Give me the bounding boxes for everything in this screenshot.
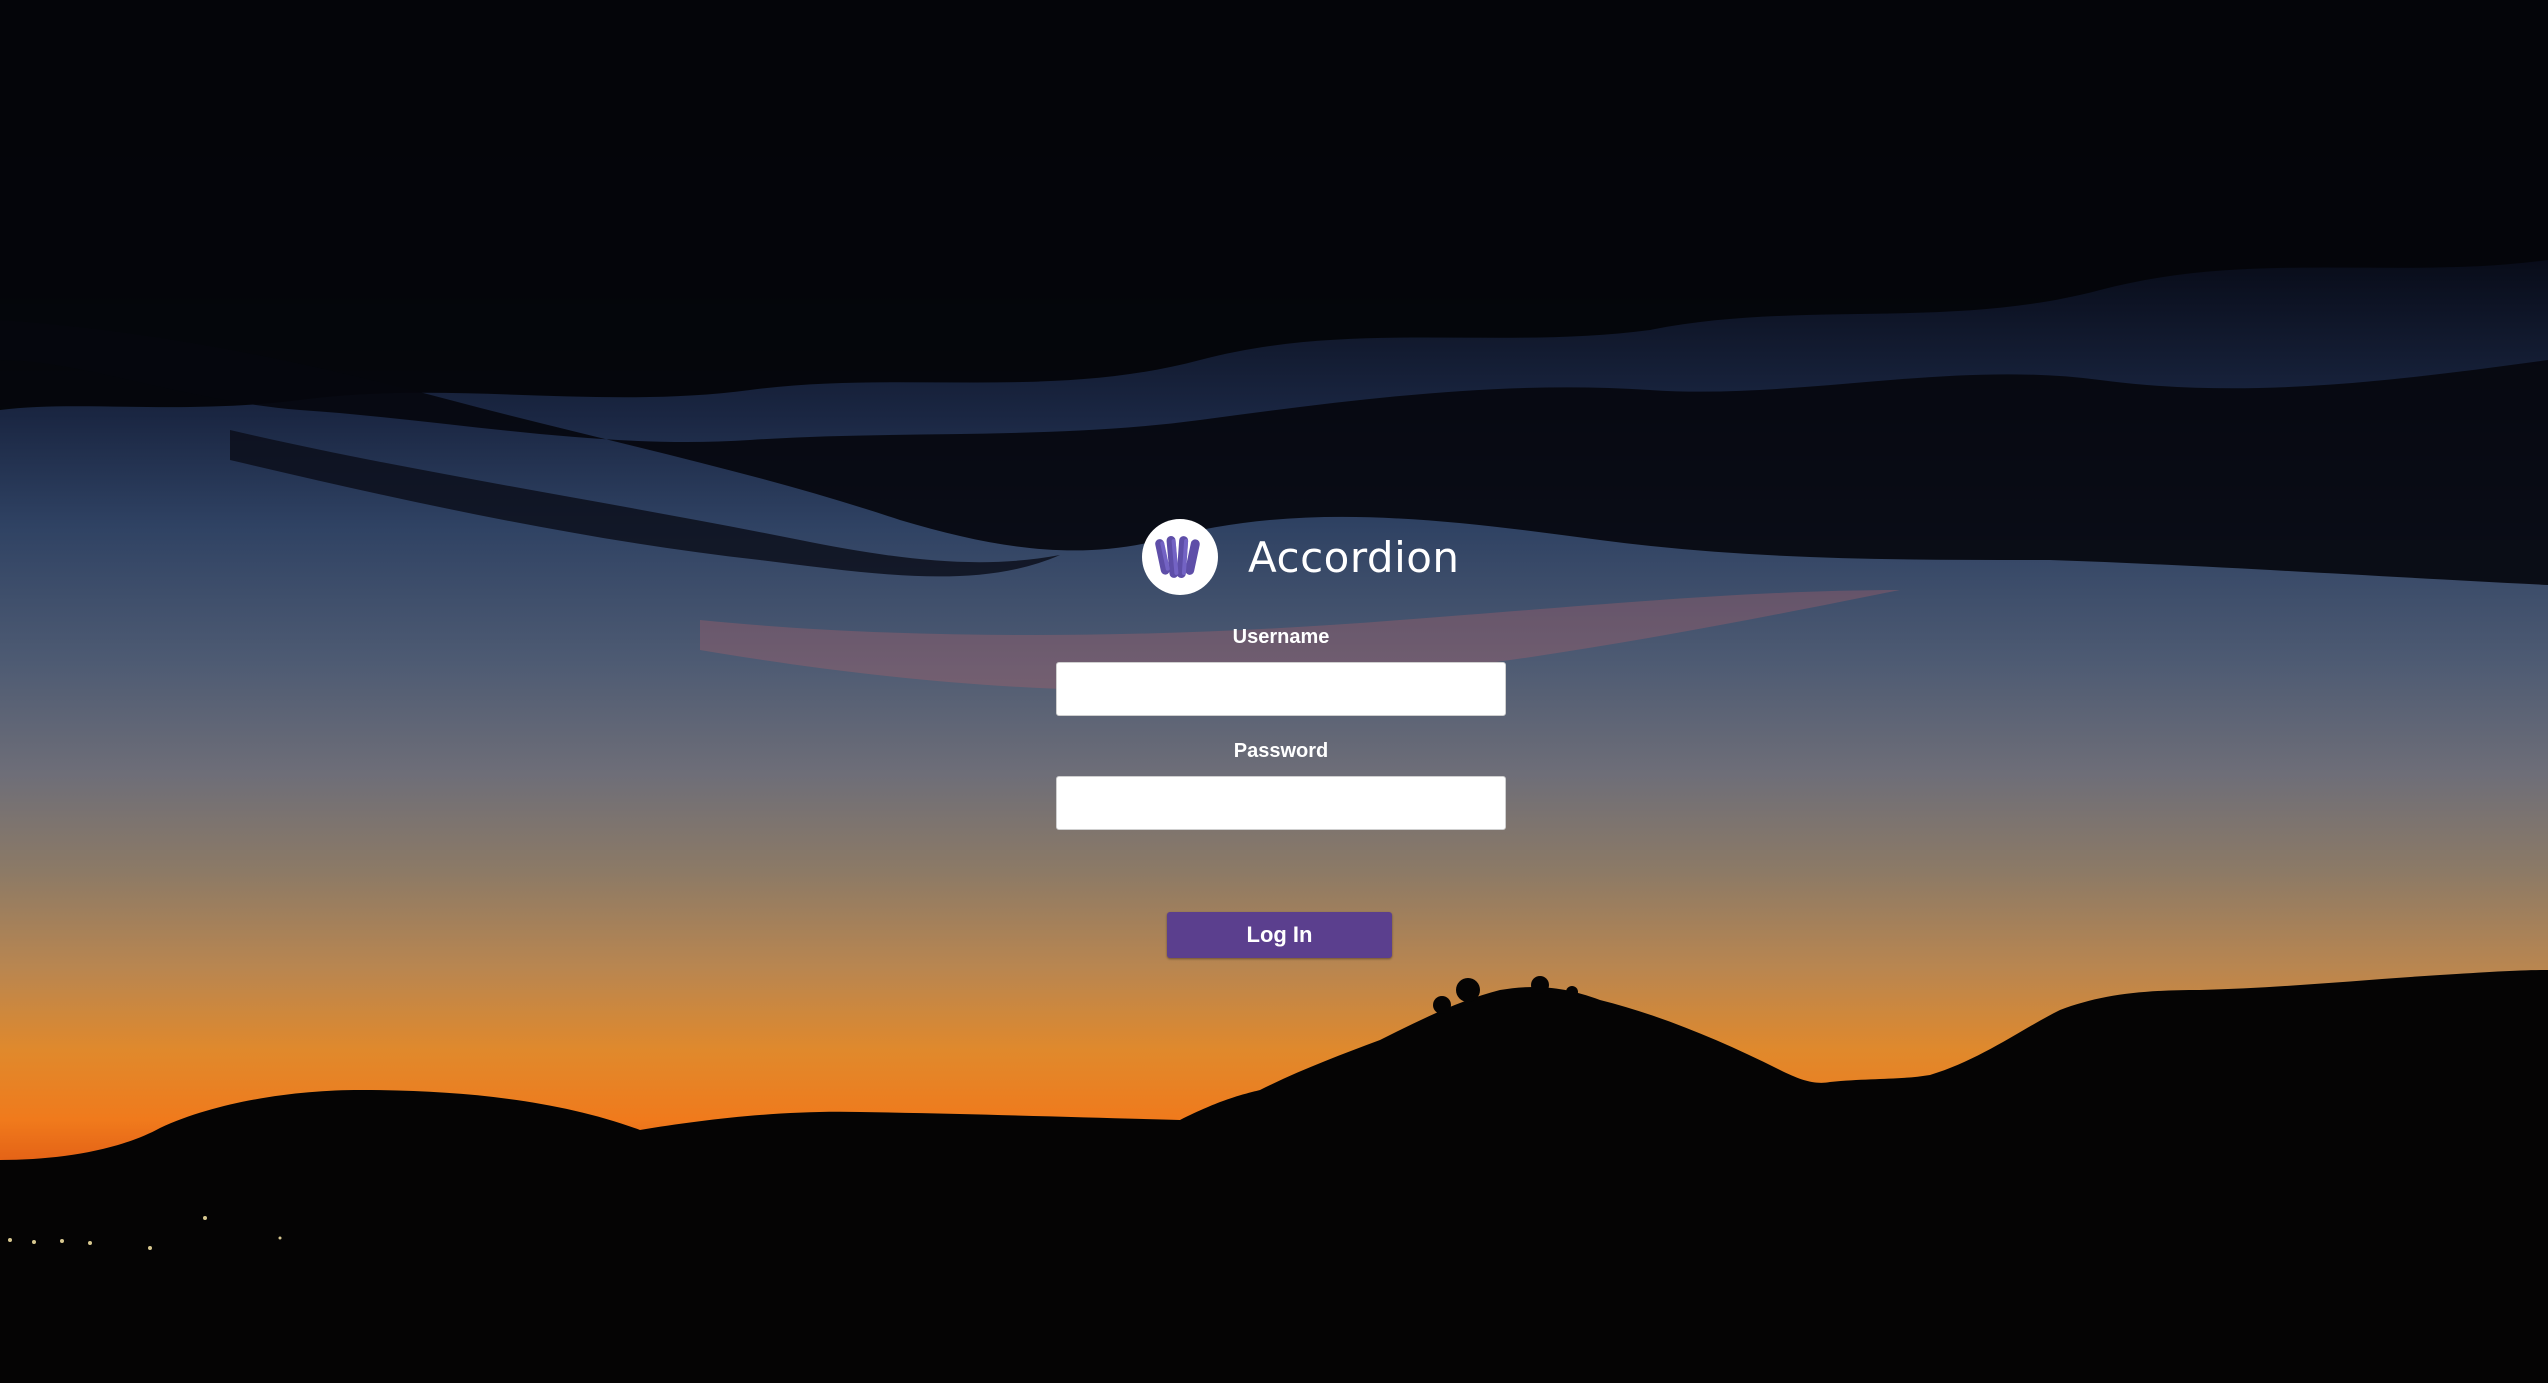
username-input[interactable] <box>1056 662 1506 716</box>
password-input[interactable] <box>1056 776 1506 830</box>
login-panel: Accordion Username Password Log In <box>0 0 2548 1383</box>
accordion-icon <box>1142 519 1218 595</box>
username-label: Username <box>1232 626 1330 648</box>
accordion-logo-graphic <box>1155 536 1200 578</box>
login-button[interactable]: Log In <box>1167 912 1392 958</box>
brand-header: Accordion <box>1142 518 1460 596</box>
login-page: Accordion Username Password Log In <box>0 0 2548 1383</box>
app-title: Accordion <box>1248 532 1460 582</box>
password-label: Password <box>1233 740 1329 762</box>
